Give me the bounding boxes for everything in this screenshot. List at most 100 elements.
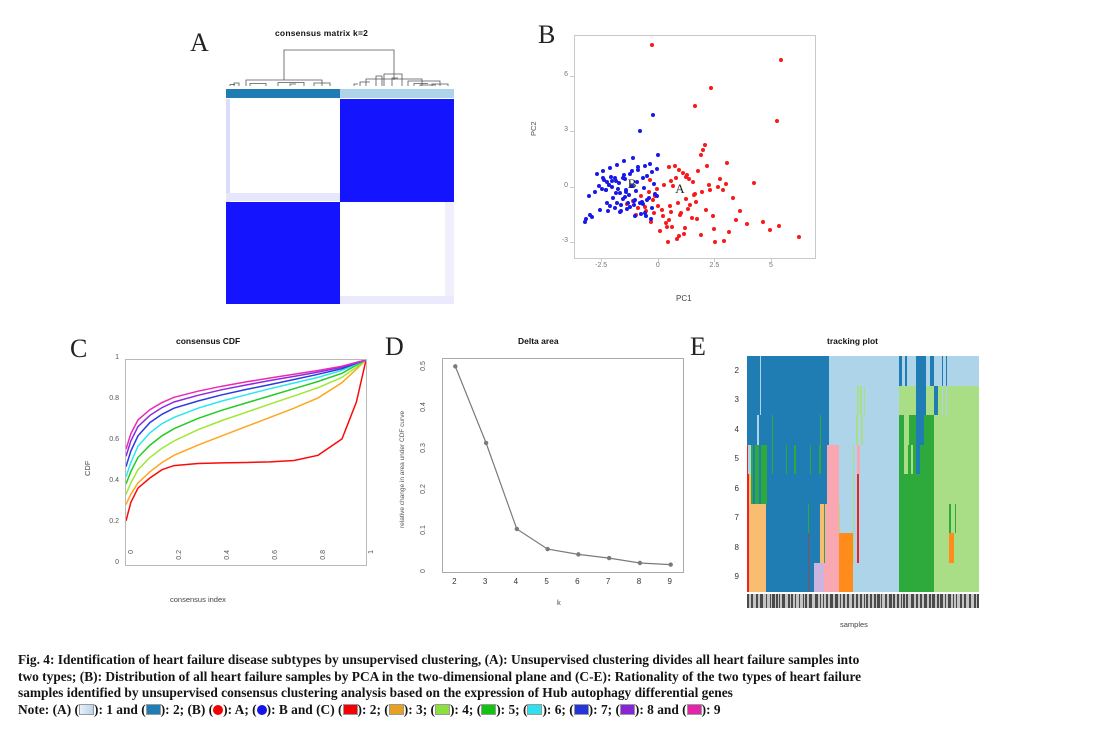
delta-area-point <box>668 562 673 567</box>
panel-b-pca-scatter: B PC2 PC1 -3 0 3 6 -2.5 0 2.5 5 B A <box>500 8 860 318</box>
scatter-point <box>696 169 701 174</box>
scatter-point <box>637 129 642 134</box>
scatter-point <box>647 178 652 183</box>
scatter-point <box>608 204 613 209</box>
scatter-point <box>611 195 616 200</box>
panel-b-ytick: 3 <box>564 126 568 134</box>
sample-tick <box>795 594 796 608</box>
tracking-segment <box>825 533 839 563</box>
tracking-segment <box>956 503 979 533</box>
sample-tick <box>920 594 922 608</box>
tracking-segment <box>826 444 839 474</box>
tracking-segment <box>906 356 917 386</box>
tracking-row-k5 <box>747 444 979 474</box>
panel-d-letter: D <box>385 332 404 361</box>
panel-b-xtick: 0 <box>655 262 660 269</box>
note-part-8: ): 6; ( <box>542 701 574 717</box>
sample-tick <box>788 594 790 608</box>
scatter-point <box>628 205 633 210</box>
tracking-segment <box>859 444 899 474</box>
sample-tick <box>779 594 780 608</box>
sample-tick <box>782 594 785 608</box>
delta-area-point <box>514 526 520 532</box>
tracking-segment <box>760 385 830 415</box>
scatter-point <box>664 224 669 229</box>
scatter-point <box>713 240 718 245</box>
scatter-point <box>642 185 647 190</box>
note-part-0: ): 1 and ( <box>93 701 146 717</box>
tracking-segment <box>947 385 979 415</box>
scatter-point <box>657 229 662 234</box>
tracking-row-k9 <box>747 562 979 592</box>
scatter-point <box>680 170 685 175</box>
tracking-segment <box>748 533 767 563</box>
scatter-point <box>645 197 650 202</box>
panel-d-xtick: 8 <box>636 577 642 586</box>
panel-b-ytick: 6 <box>564 70 568 78</box>
note-part-4: ): 2; ( <box>357 701 389 717</box>
panel-d-xtick: 7 <box>605 577 611 586</box>
scatter-point <box>644 214 649 219</box>
panel-b-ylabel: PC2 <box>529 121 538 136</box>
sample-tick <box>835 594 838 608</box>
panel-d-xtick: 3 <box>482 577 488 586</box>
sample-tick <box>776 594 778 608</box>
tracking-segment <box>826 474 839 504</box>
tracking-segment <box>824 562 839 592</box>
panel-c-letter: C <box>70 334 88 363</box>
scatter-point <box>605 208 610 213</box>
scatter-point <box>586 194 591 199</box>
scatter-point <box>606 182 611 187</box>
tracking-segment <box>898 385 917 415</box>
scatter-point <box>640 176 645 181</box>
sample-tick <box>948 594 951 608</box>
scatter-point <box>601 169 606 174</box>
scatter-point <box>649 206 654 211</box>
scatter-point <box>647 161 652 166</box>
scatter-point <box>631 203 636 208</box>
tracking-segment <box>953 533 979 563</box>
tracking-segment <box>821 415 830 445</box>
scatter-point <box>643 210 648 215</box>
tracking-segment <box>759 415 773 445</box>
scatter-point <box>760 219 765 224</box>
scatter-point <box>646 190 651 195</box>
swatch-c2 <box>342 703 358 715</box>
note-part-5: ): 3; ( <box>403 701 435 717</box>
sample-tick <box>974 594 976 608</box>
sample-tick <box>809 594 812 608</box>
panel-c-xtick: 0 <box>128 550 135 554</box>
tracking-segment <box>786 444 794 474</box>
scatter-point <box>614 200 619 205</box>
scatter-point <box>593 190 598 195</box>
cdf-curve-k7 <box>125 359 367 467</box>
scatter-point <box>689 216 694 221</box>
scatter-point <box>665 240 670 245</box>
note-part-7: ): 5; ( <box>496 701 528 717</box>
pca-cluster-label-b: B <box>627 175 637 191</box>
scatter-point <box>724 160 729 165</box>
scatter-point <box>704 207 709 212</box>
tracking-segment <box>859 533 899 563</box>
scatter-point <box>676 200 681 205</box>
scatter-point <box>617 181 622 186</box>
sample-tick <box>826 594 828 608</box>
panel-e-title: tracking plot <box>827 336 879 346</box>
delta-area-line <box>454 366 671 566</box>
scatter-point <box>690 180 695 185</box>
delta-area-point <box>545 546 550 552</box>
tracking-segment <box>766 562 808 592</box>
tracking-row-k6 <box>747 474 979 504</box>
scatter-point <box>638 194 643 199</box>
sample-tick <box>877 594 880 608</box>
sample-tick <box>969 594 971 608</box>
scatter-point <box>654 167 659 172</box>
sample-tick <box>885 594 887 608</box>
tracking-row-k3 <box>747 385 979 415</box>
scatter-point <box>652 210 657 215</box>
tracking-segment <box>898 503 934 533</box>
sample-tick <box>929 594 931 608</box>
panel-b-plot-area <box>574 35 816 259</box>
tracking-row-k2 <box>747 356 979 386</box>
tracking-segment <box>808 533 821 563</box>
